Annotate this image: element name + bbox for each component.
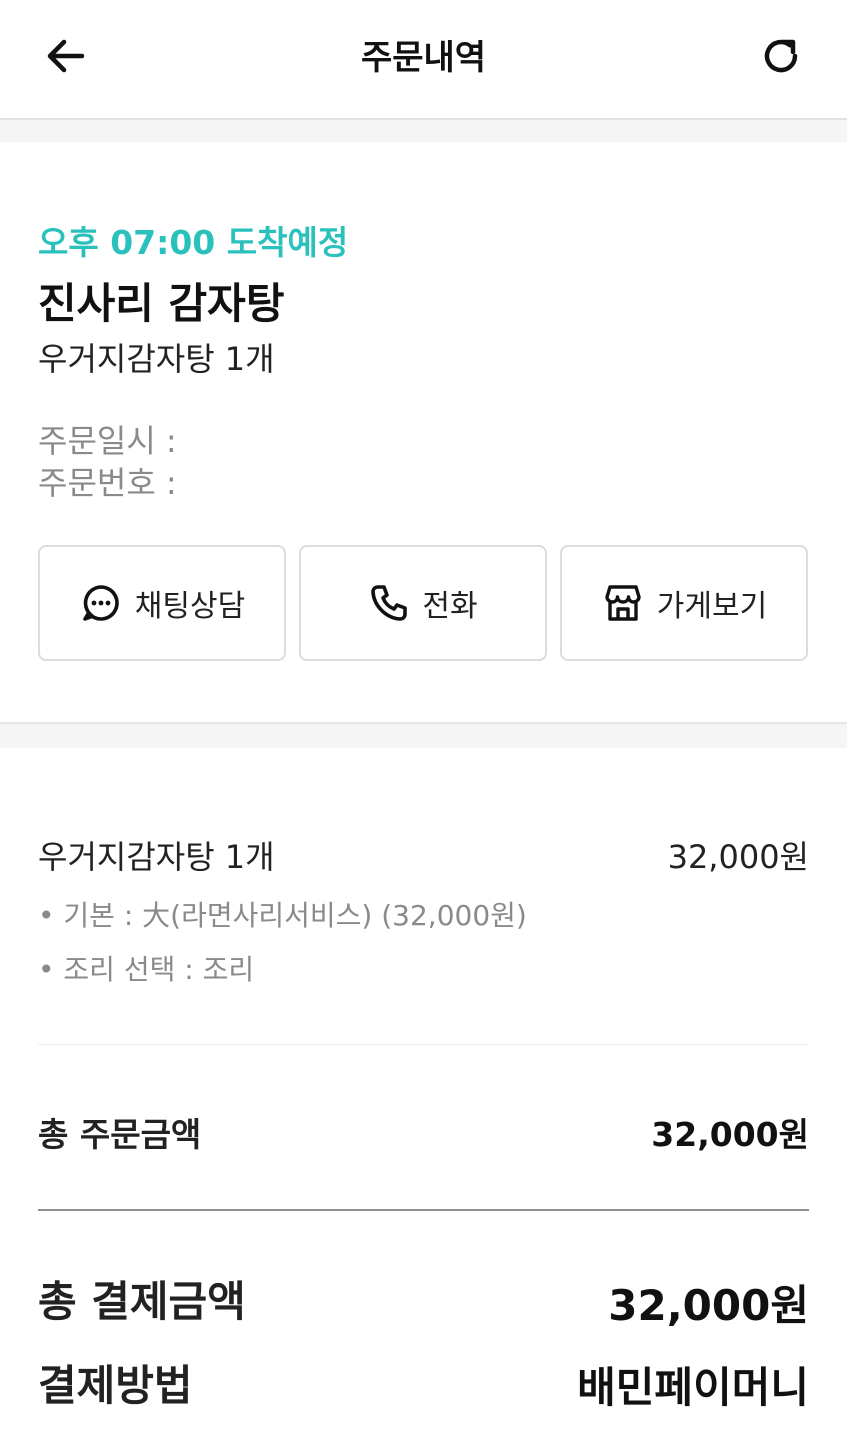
chat-bubble-icon (82, 585, 119, 621)
top-app-bar: 주문내역 (0, 0, 847, 120)
menu-item-name: 우거지감자탕 1개 (38, 838, 275, 876)
view-store-button[interactable]: 가게보기 (560, 545, 808, 661)
refresh-button[interactable] (753, 28, 809, 84)
arrival-eta: 오후 07:00 도착예정 (38, 223, 349, 262)
divider (38, 1209, 809, 1211)
payment-total-label: 총 결제금액 (38, 1277, 246, 1326)
payment-method-value: 배민페이머니 (577, 1363, 809, 1412)
chat-support-label: 채팅상담 (134, 589, 246, 624)
subtotal-label: 총 주문금액 (38, 1115, 202, 1154)
chat-support-button[interactable]: 채팅상담 (38, 545, 286, 661)
action-buttons: 채팅상담 전화 가게보기 (38, 545, 809, 663)
menu-option: • 기본 : 大(라면사리서비스) (32,000원) (38, 899, 527, 932)
payment-total-value: 32,000원 (608, 1281, 809, 1330)
call-label: 전화 (422, 589, 478, 624)
page-title: 주문내역 (360, 38, 487, 78)
view-store-label: 가게보기 (656, 589, 768, 624)
menu-item-price: 32,000원 (667, 838, 809, 876)
payment-method-label: 결제방법 (38, 1361, 193, 1410)
order-items-summary: 우거지감자탕 1개 (38, 340, 275, 378)
refresh-icon (764, 39, 798, 73)
call-button[interactable]: 전화 (299, 545, 547, 661)
menu-option: • 조리 선택 : 조리 (38, 953, 255, 986)
store-name: 진사리 감자탕 (38, 279, 285, 328)
divider (38, 1044, 809, 1045)
phone-icon (371, 585, 408, 621)
section-gap (0, 120, 847, 142)
order-number-label: 주문번호 : (38, 464, 177, 502)
order-date-label: 주문일시 : (38, 422, 177, 460)
section-gap (0, 722, 847, 748)
subtotal-value: 32,000원 (651, 1115, 809, 1154)
store-icon (605, 585, 641, 621)
